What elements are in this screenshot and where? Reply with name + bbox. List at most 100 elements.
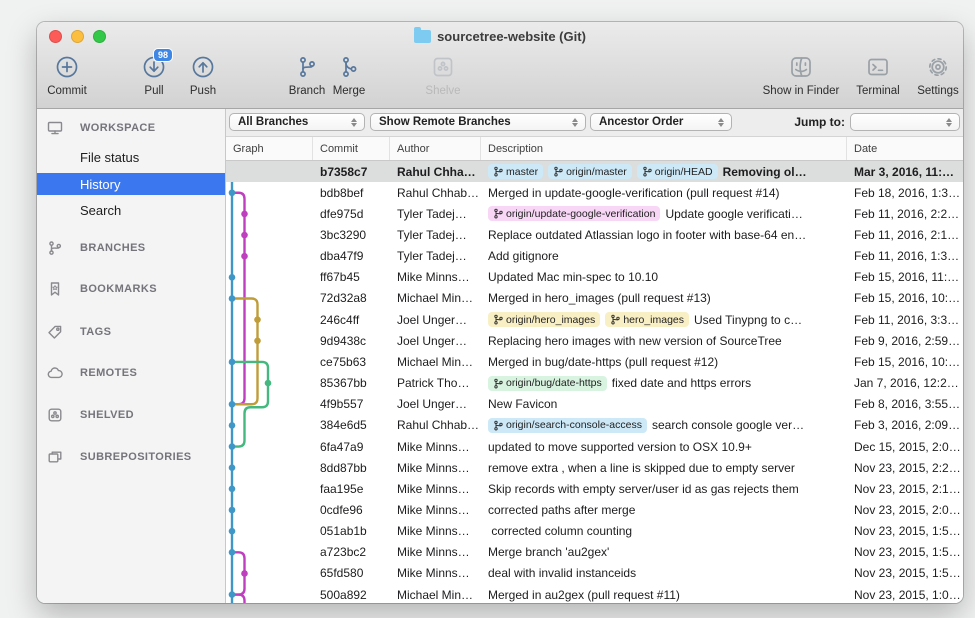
settings-button[interactable]: Settings (893, 53, 963, 97)
branch-filter-value: All Branches (230, 116, 347, 128)
commit-description: origin/bug/date-httpsfixed date and http… (481, 376, 847, 391)
commit-hash: 6fa47a9 (313, 440, 390, 454)
commit-row-dba47f9[interactable]: dba47f9Tyler Tadej…Add gitignoreFeb 11, … (226, 246, 963, 267)
commit-row-65fd580[interactable]: 65fd580Mike Minns…deal with invalid inst… (226, 563, 963, 584)
commit-row-a723bc2[interactable]: a723bc2Mike Minns…Merge branch 'au2gex'N… (226, 542, 963, 563)
repository-folder-icon (414, 30, 431, 43)
merge-button[interactable]: Merge (304, 53, 394, 97)
commit-date: Feb 11, 2016, 2:1… (847, 228, 963, 242)
commit-author: Michael Min… (390, 588, 481, 602)
chevron-updown-icon (347, 118, 364, 127)
filter-bar: All Branches Show Remote Branches Ancest… (226, 109, 963, 137)
sidebar-item-history[interactable]: History (37, 173, 225, 195)
sidebar-item-shelved[interactable]: SHELVED (37, 404, 225, 426)
commit-row-3bc3290[interactable]: 3bc3290Tyler Tadej…Replace outdated Atla… (226, 224, 963, 245)
commit-icon (55, 53, 79, 81)
sort-order-dropdown[interactable]: Ancestor Order (590, 113, 732, 131)
table-header: GraphCommitAuthorDescriptionDate (226, 137, 963, 161)
commit-row-384e6d5[interactable]: 384e6d5Rahul Chhab…origin/search-console… (226, 415, 963, 436)
branch-filter-dropdown[interactable]: All Branches (229, 113, 365, 131)
branch-badge-label: origin/bug/date-https (506, 377, 602, 389)
sidebar-item-file-status[interactable]: File status (37, 146, 225, 168)
column-header-description[interactable]: Description (481, 137, 847, 160)
column-header-author[interactable]: Author (390, 137, 481, 160)
commit-hash: 051ab1b (313, 524, 390, 538)
commit-hash: 9d9438c (313, 334, 390, 348)
commit-date: Feb 11, 2016, 3:3… (847, 313, 963, 327)
commit-row-0cdfe96[interactable]: 0cdfe96Mike Minns…corrected paths after … (226, 499, 963, 520)
commit-message: New Favicon (488, 397, 557, 411)
sidebar-item-branches[interactable]: BRANCHES (37, 237, 225, 259)
commit-hash: 65fd580 (313, 566, 390, 580)
commit-hash: 3bc3290 (313, 228, 390, 242)
commit-row-6fa47a9[interactable]: 6fa47a9Mike Minns…updated to move suppor… (226, 436, 963, 457)
commit-row-8dd87bb[interactable]: 8dd87bbMike Minns…remove extra , when a … (226, 457, 963, 478)
sidebar-section-label: TAGS (80, 326, 111, 338)
commit-row-4f9b557[interactable]: 4f9b557Joel Unger…New FaviconFeb 8, 2016… (226, 394, 963, 415)
commit-author: Mike Minns… (390, 545, 481, 559)
sidebar-item-remotes[interactable]: REMOTES (37, 362, 225, 384)
remote-branches-dropdown[interactable]: Show Remote Branches (370, 113, 586, 131)
commit-button[interactable]: Commit (37, 53, 112, 97)
commit-description: corrected paths after merge (481, 503, 847, 517)
commit-row-9d9438c[interactable]: 9d9438cJoel Unger…Replacing hero images … (226, 330, 963, 351)
sidebar-section-label: REMOTES (80, 367, 137, 379)
commit-author: Michael Min… (390, 355, 481, 369)
commit-description: corrected column counting (481, 524, 847, 538)
branch-badge: origin/search-console-access (488, 418, 647, 433)
commit-description: origin/update-google-verificationUpdate … (481, 206, 847, 221)
commit-date: Dec 15, 2015, 2:0… (847, 440, 963, 454)
commit-date: Nov 23, 2015, 2:2… (847, 461, 963, 475)
commit-row-b7358c7[interactable]: b7358c7Rahul Chha…masterorigin/masterori… (226, 161, 963, 182)
commit-row-ce75b63[interactable]: ce75b63Michael Min…Merged in bug/date-ht… (226, 351, 963, 372)
sidebar-item-workspace[interactable]: WORKSPACE (37, 117, 225, 139)
commit-row-faa195e[interactable]: faa195eMike Minns…Skip records with empt… (226, 478, 963, 499)
commit-row-bdb8bef[interactable]: bdb8befRahul Chhab…Merged in update-goog… (226, 182, 963, 203)
column-header-date[interactable]: Date (847, 137, 963, 160)
branch-badge: origin/bug/date-https (488, 376, 607, 391)
commit-row-500a892[interactable]: 500a892Michael Min…Merged in au2gex (pul… (226, 584, 963, 603)
sidebar-item-tags[interactable]: TAGS (37, 321, 225, 343)
commit-message: updated to move supported version to OSX… (488, 440, 752, 454)
commit-description: Merge branch 'au2gex' (481, 545, 847, 559)
commit-hash: 246c4ff (313, 313, 390, 327)
terminal-icon (866, 53, 890, 81)
column-header-commit[interactable]: Commit (313, 137, 390, 160)
commit-message: Merge branch 'au2gex' (488, 545, 609, 559)
sidebar-item-bookmarks[interactable]: BOOKMARKS (37, 278, 225, 300)
commit-description: Updated Mac min-spec to 10.10 (481, 270, 847, 284)
commit-row-72d32a8[interactable]: 72d32a8Michael Min…Merged in hero_images… (226, 288, 963, 309)
commit-date: Nov 23, 2015, 1:5… (847, 545, 963, 559)
history-pane: All Branches Show Remote Branches Ancest… (226, 109, 963, 603)
commit-row-85367bb[interactable]: 85367bbPatrick Tho…origin/bug/date-https… (226, 373, 963, 394)
branch-badge-label: master (506, 166, 538, 178)
commit-row-dfe975d[interactable]: dfe975dTyler Tadej…origin/update-google-… (226, 203, 963, 224)
window-chrome: sourcetree-website (Git) Commit98PullPus… (37, 22, 963, 109)
sidebar-item-subrepositories[interactable]: SUBREPOSITORIES (37, 446, 225, 468)
app-window: sourcetree-website (Git) Commit98PullPus… (37, 22, 963, 603)
sidebar: WORKSPACE File status History Search BRANCHE… (37, 109, 226, 603)
commit-row-051ab1b[interactable]: 051ab1bMike Minns… corrected column coun… (226, 521, 963, 542)
commit-message: Merged in au2gex (pull request #11) (488, 588, 680, 602)
sidebar-item-search[interactable]: Search (37, 199, 225, 221)
branch-badge: origin/master (548, 164, 632, 179)
commit-hash: 85367bb (313, 376, 390, 390)
sidebar-subitem-label: Search (80, 203, 121, 218)
commit-date: Feb 9, 2016, 2:59… (847, 334, 963, 348)
commit-hash: dba47f9 (313, 249, 390, 263)
commit-row-ff67b45[interactable]: ff67b45Mike Minns…Updated Mac min-spec t… (226, 267, 963, 288)
branch-badge: master (488, 164, 543, 179)
commit-message: corrected paths after merge (488, 503, 635, 517)
jump-to-combobox[interactable] (850, 113, 960, 131)
remotes-icon (47, 365, 64, 382)
commit-description: Merged in hero_images (pull request #13) (481, 291, 847, 305)
branches-icon (47, 240, 64, 257)
commit-date: Nov 23, 2015, 1:0… (847, 588, 963, 602)
column-header-graph[interactable]: Graph (226, 137, 313, 160)
commit-hash: 72d32a8 (313, 291, 390, 305)
commit-hash: 384e6d5 (313, 418, 390, 432)
commit-hash: bdb8bef (313, 186, 390, 200)
commit-row-246c4ff[interactable]: 246c4ffJoel Unger…origin/hero_imageshero… (226, 309, 963, 330)
push-button[interactable]: Push (158, 53, 248, 97)
commit-date: Feb 11, 2016, 1:3… (847, 249, 963, 263)
